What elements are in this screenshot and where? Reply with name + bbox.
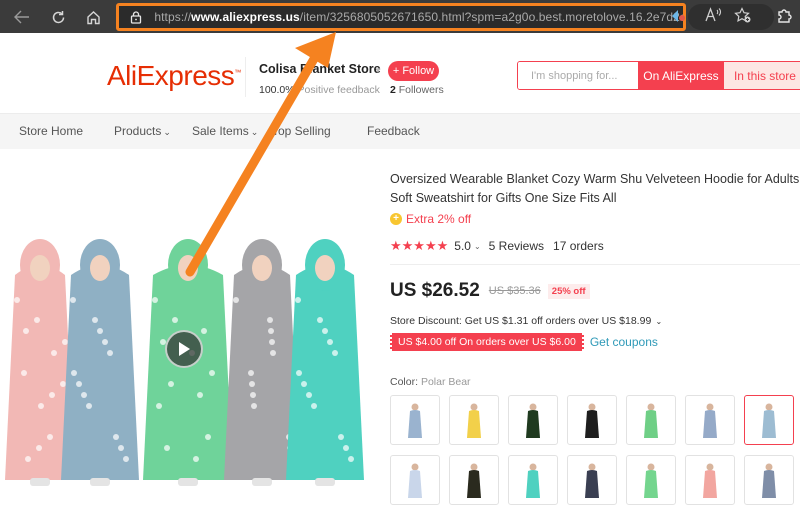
coin-icon: + (390, 213, 402, 225)
model-figure (61, 239, 139, 486)
color-swatch[interactable] (390, 395, 440, 445)
page: https://www.aliexpress.us/item/325680505… (0, 0, 800, 510)
original-price: US $35.36 (488, 285, 541, 297)
color-swatch-selected[interactable] (744, 395, 794, 445)
positive-feedback: 100.0% Positive feedback (259, 84, 380, 96)
chevron-down-icon: ⌄ (653, 317, 663, 326)
browser-toolbar: https://www.aliexpress.us/item/325680505… (0, 0, 800, 33)
tracking-prevention-icon[interactable] (670, 9, 686, 26)
store-name[interactable]: Colisa Blanket Store (259, 62, 381, 76)
nav-products[interactable]: Products ⌄ (114, 124, 171, 138)
discount-badge: 25% off (547, 283, 590, 299)
swatch-figure (644, 463, 658, 498)
color-swatch[interactable] (685, 455, 735, 505)
read-aloud-icon[interactable] (704, 7, 722, 26)
swatch-figure (585, 463, 599, 498)
color-swatch[interactable] (567, 395, 617, 445)
search-in-store-button[interactable]: In this store (723, 62, 800, 89)
color-swatches-row-1 (390, 395, 800, 445)
nav-sale-items[interactable]: Sale Items ⌄ (192, 124, 258, 138)
swatch-figure (526, 403, 540, 438)
color-swatch[interactable] (626, 455, 676, 505)
get-coupons-link[interactable]: Get coupons (590, 335, 658, 349)
chevron-down-icon[interactable]: ⌄ (474, 242, 481, 251)
chevron-down-icon: ⌄ (163, 127, 171, 137)
coupon-badge[interactable]: US $4.00 off On orders over US $6.00 (390, 333, 584, 351)
extra-off-badge[interactable]: + Extra 2% off (390, 212, 471, 226)
nav-top-selling[interactable]: Top Selling (272, 124, 331, 138)
play-video-button[interactable] (165, 330, 203, 368)
reviews-link[interactable]: 5 Reviews (489, 239, 544, 253)
color-swatch[interactable] (449, 455, 499, 505)
swatch-figure (526, 463, 540, 498)
address-bar-actions (688, 4, 774, 30)
rating-row: ★★★★★ 5.0 ⌄ 5 Reviews 17 orders (390, 238, 604, 254)
price-row: US $26.52 US $35.36 25% off (390, 280, 590, 302)
color-swatch[interactable] (567, 455, 617, 505)
store-search: On AliExpress In this store (517, 61, 800, 90)
back-icon[interactable] (11, 6, 33, 28)
url-text[interactable]: https://www.aliexpress.us/item/325680505… (154, 10, 683, 24)
followers-count: 2 Followers (390, 84, 444, 96)
color-swatch[interactable] (744, 455, 794, 505)
lock-icon[interactable] (129, 10, 142, 24)
rating-value[interactable]: 5.0 (454, 239, 471, 253)
color-swatch[interactable] (508, 455, 558, 505)
add-favorite-icon[interactable] (734, 7, 752, 27)
current-price: US $26.52 (390, 280, 480, 301)
extensions-icon[interactable] (776, 7, 793, 27)
play-icon (179, 342, 190, 356)
swatch-figure (762, 463, 776, 498)
color-swatch[interactable] (449, 395, 499, 445)
swatch-figure (467, 403, 481, 438)
refresh-icon[interactable] (47, 6, 69, 28)
follow-button[interactable]: + Follow (388, 61, 439, 81)
swatch-figure (585, 403, 599, 438)
aliexpress-logo[interactable]: AliExpress™ (107, 60, 241, 92)
swatch-figure (703, 403, 717, 438)
home-icon[interactable] (82, 6, 104, 28)
nav-store-home[interactable]: Store Home (19, 124, 83, 138)
color-swatch[interactable] (685, 395, 735, 445)
coupon-row: US $4.00 off On orders over US $6.00 Get… (390, 333, 658, 351)
address-bar[interactable]: https://www.aliexpress.us/item/325680505… (116, 3, 686, 31)
swatch-figure (408, 463, 422, 498)
model-figure (286, 239, 364, 486)
color-swatch[interactable] (390, 455, 440, 505)
product-title: Oversized Wearable Blanket Cozy Warm Shu… (390, 172, 800, 205)
color-swatch[interactable] (508, 395, 558, 445)
swatch-figure (762, 403, 776, 438)
color-label: Color: Polar Bear (390, 376, 471, 388)
search-on-aliexpress-button[interactable]: On AliExpress (638, 62, 724, 89)
store-nav: Store Home Products ⌄ Sale Items ⌄ Top Sel… (0, 113, 800, 149)
swatch-figure (644, 403, 658, 438)
swatch-figure (467, 463, 481, 498)
color-swatch[interactable] (626, 395, 676, 445)
chevron-down-icon: ⌄ (250, 127, 259, 137)
orders-count: 17 orders (553, 239, 604, 253)
store-menu-caret-icon[interactable]: ▼ (374, 66, 382, 75)
rating-stars: ★★★★★ (390, 238, 449, 253)
swatch-figure (703, 463, 717, 498)
header-divider (245, 57, 246, 97)
swatch-figure (408, 403, 422, 438)
divider (390, 264, 800, 265)
nav-feedback[interactable]: Feedback (367, 124, 420, 138)
store-discount[interactable]: Store Discount: Get US $1.31 off orders … (390, 315, 662, 327)
search-input[interactable] (518, 62, 638, 89)
color-swatches-row-2 (390, 455, 800, 505)
